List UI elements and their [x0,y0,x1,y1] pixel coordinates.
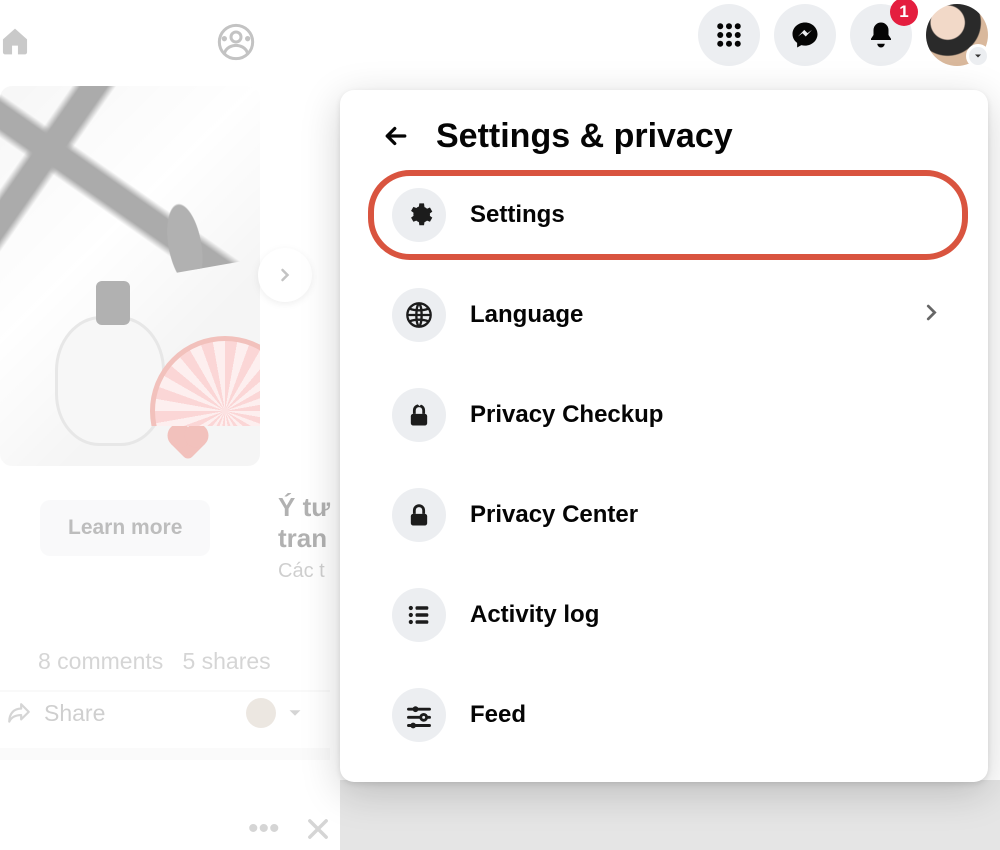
comments-count: 8 comments [38,648,163,674]
menu-list: Settings Language Privacy Checkup [362,176,974,754]
share-button: Share [0,700,105,727]
menu-item-privacy-center[interactable]: Privacy Center [374,476,962,554]
menu-item-label: Settings [470,201,565,229]
menu-item-label: Privacy Checkup [470,401,663,429]
lock-heart-icon [392,388,446,442]
story-card [0,86,260,466]
close-icon [304,815,332,843]
account-avatar[interactable] [926,4,988,66]
back-button[interactable] [376,116,416,156]
messenger-icon [790,20,820,50]
story-card-2-subtitle: Các t [278,560,325,583]
menu-item-activity-log[interactable]: Activity log [374,576,962,654]
lock-icon [392,488,446,542]
background-strip [340,780,1000,850]
menu-item-privacy-checkup[interactable]: Privacy Checkup [374,376,962,454]
menu-item-label: Activity log [470,601,599,629]
menu-item-label: Feed [470,701,526,729]
menu-item-label: Privacy Center [470,501,638,529]
menu-item-language[interactable]: Language [374,276,962,354]
story-card-2-title: Ý tưtran [278,492,330,554]
menu-item-label: Language [470,301,583,329]
post-stats: 8 comments 5 shares [38,648,271,675]
notification-badge: 1 [890,0,918,26]
settings-privacy-panel: Settings & privacy Settings Language [340,90,988,782]
menu-item-feed[interactable]: Feed [374,676,962,754]
list-icon [392,588,446,642]
more-options-icon: ••• [248,812,280,846]
account-chevron [966,44,990,68]
sliders-icon [392,688,446,742]
bell-icon [866,20,896,50]
home-icon [0,26,30,56]
top-right-nav: 1 [698,4,988,66]
gear-icon [392,188,446,242]
panel-title: Settings & privacy [436,117,733,156]
menu-item-settings[interactable]: Settings [374,176,962,254]
commenter-avatar [246,698,276,728]
shares-count: 5 shares [182,648,270,674]
arrow-left-icon [381,121,411,151]
grid-icon [714,20,744,50]
chevron-down-icon [972,50,984,62]
notifications-button[interactable]: 1 [850,4,912,66]
groups-icon [216,22,256,62]
globe-icon [392,288,446,342]
story-next-button [258,248,312,302]
menu-grid-button[interactable] [698,4,760,66]
caret-down-icon [284,702,306,724]
messenger-button[interactable] [774,4,836,66]
chevron-right-icon [920,302,942,329]
learn-more-button: Learn more [40,500,210,556]
